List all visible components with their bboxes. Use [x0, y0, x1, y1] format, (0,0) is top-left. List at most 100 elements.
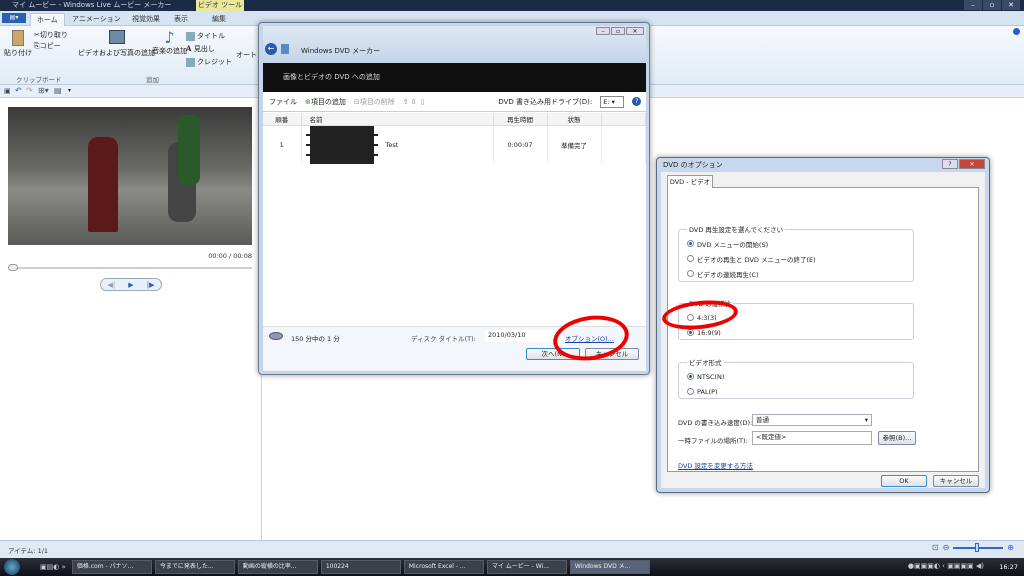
taskbar-item[interactable]: 100224 [320, 560, 401, 574]
disc-title-input[interactable]: 2010/03/10 [485, 330, 563, 342]
move-down-icon[interactable]: ⇩ [411, 98, 417, 106]
row-order: 1 [263, 125, 302, 164]
zoom-slider[interactable] [953, 542, 1004, 552]
save-icon[interactable]: ▣ [4, 87, 11, 95]
paste-button[interactable]: 貼り付け [4, 30, 32, 58]
caption-icon: A [186, 44, 194, 53]
help-icon[interactable]: ? [632, 97, 642, 106]
help-link[interactable]: DVD 設定を変更する方法 [678, 460, 753, 470]
auto-movie-button[interactable]: オート [236, 50, 257, 60]
maximize-button[interactable]: ▫ [983, 0, 1001, 10]
radio-pal[interactable]: PAL(P) [687, 384, 905, 399]
clock[interactable]: 16:27 [999, 563, 1018, 571]
next-frame-icon[interactable]: |▶ [147, 281, 155, 289]
taskbar-item-active[interactable]: Windows DVD メ... [569, 560, 650, 574]
credits-icon [186, 57, 195, 67]
move-up-icon[interactable]: ⇧ [403, 98, 409, 106]
drive-select[interactable]: E: ▾ [600, 95, 625, 108]
play-icon[interactable]: ▶ [128, 281, 133, 289]
taskbar-item[interactable]: 今までに発表した... [154, 560, 235, 574]
app-title: マイ ムービー - Windows Live ムービー メーカー [12, 1, 172, 9]
radio-16-9[interactable]: 16:9(9) [687, 325, 905, 340]
radio-ntsc[interactable]: NTSC(N) [687, 369, 905, 384]
table-row[interactable]: 1 Test 0:00:07 準備完了 [263, 125, 646, 164]
minimize-button[interactable]: – [964, 0, 982, 10]
help-icon[interactable] [1013, 28, 1020, 35]
credits-button[interactable]: クレジット [186, 57, 232, 67]
format-legend: ビデオ形式 [689, 359, 722, 367]
taskbar-item[interactable]: 動画の縦横の比率... [237, 560, 318, 574]
add-item-button[interactable]: ⊕項目の追加 [305, 97, 346, 107]
browse-button[interactable]: 参照(B)... [878, 431, 916, 445]
dialog-title: DVD のオプション [663, 161, 723, 169]
speed-select[interactable]: 普通 ▾ [752, 414, 872, 426]
close-button[interactable]: ✕ [959, 159, 985, 169]
window-controls: – ▫ ✕ [964, 0, 1020, 10]
seek-thumb[interactable] [8, 264, 18, 271]
maximize-button[interactable]: ▫ [611, 27, 625, 35]
page-heading: 画像とビデオの DVD への追加 [263, 63, 646, 92]
video-thumbnail [305, 125, 378, 164]
file-menu[interactable]: ファイル [269, 97, 297, 107]
capacity-text: 150 分中の 1 分 [291, 335, 340, 343]
start-button[interactable] [4, 559, 20, 575]
music-note-icon: ♪ [164, 28, 175, 47]
cancel-button[interactable]: キャンセル [933, 475, 979, 487]
tab-animation[interactable]: アニメーション [66, 13, 127, 26]
copy-button[interactable]: ⎘コピー [34, 41, 61, 51]
quick-launch-icons[interactable]: ▣▤◐ » [40, 563, 66, 571]
back-icon[interactable]: ← [265, 43, 277, 55]
close-button[interactable]: ✕ [626, 27, 644, 35]
zoom-in-icon[interactable]: ⊕ [1007, 543, 1014, 552]
ok-button[interactable]: OK [881, 475, 927, 487]
row-name: Test [385, 140, 399, 149]
seek-bar[interactable] [10, 267, 252, 269]
radio-dvd-menu[interactable]: DVD メニューの開始(S) [687, 236, 905, 251]
previous-frame-icon[interactable]: ◀| [108, 281, 116, 289]
caption-button[interactable]: A 見出し [186, 44, 215, 54]
fit-icon[interactable]: ⊡ [932, 543, 939, 552]
radio-play-then-menu[interactable]: ビデオの再生と DVD メニューの終了(E) [687, 251, 905, 266]
remove-item-button[interactable]: ⊟項目の削除 [354, 97, 395, 107]
disc-icon [269, 332, 283, 340]
close-button[interactable]: ✕ [1002, 0, 1020, 10]
preview-icon[interactable]: ▤ [54, 86, 62, 95]
context-tab-group: ビデオ ツール [196, 0, 244, 11]
tab-edit[interactable]: 編集 [206, 13, 232, 26]
customize-qat-icon[interactable]: ▾ [68, 87, 71, 94]
help-button[interactable]: ? [942, 159, 958, 169]
taskbar-item[interactable]: Microsoft Excel - ... [403, 560, 484, 574]
tab-visual-effects[interactable]: 視覚効果 [126, 13, 166, 26]
add-music-button[interactable]: ♪ 音楽の追加 [152, 30, 187, 56]
add-video-button[interactable]: ビデオおよび写真の追加 [78, 30, 155, 58]
undo-icon[interactable]: ↶ [15, 86, 22, 95]
tab-home[interactable]: ホーム [30, 13, 65, 26]
col-name[interactable]: 名前 [301, 113, 494, 126]
dvd-maker-icon [281, 44, 289, 54]
title-button[interactable]: タイトル [186, 31, 225, 41]
app-menu-button[interactable]: ▤▾ [2, 13, 26, 23]
dialog-body: DVD 再生設定を選んでください DVD メニューの開始(S) ビデオの再生と … [661, 172, 985, 488]
redo-icon[interactable]: ↷ [26, 86, 33, 95]
items-table: 順番 名前 再生時間 状態 1 Test 0:00:07 準備完了 [263, 113, 646, 164]
temp-location-input[interactable]: <既定値> [752, 431, 872, 445]
aspect-ratio-icon[interactable]: ⊞▾ [38, 86, 49, 95]
taskbar-item[interactable]: 価格.com - パナソ... [71, 560, 152, 574]
radio-loop[interactable]: ビデオの連続再生(C) [687, 266, 905, 281]
system-tray-icons[interactable]: ●▣▣▣◐ ‹ ▣▣▣▣ ◀) [908, 562, 984, 570]
menu-text-icon[interactable]: ▯ [421, 98, 425, 106]
zoom-out-icon[interactable]: ⊖ [943, 543, 950, 552]
cut-button[interactable]: ✂切り取り [34, 30, 68, 40]
adult-figure [178, 115, 200, 185]
film-icon [108, 30, 125, 44]
dvd-maker-header: ← Windows DVD メーカー – ▫ ✕ [263, 26, 646, 62]
col-duration[interactable]: 再生時間 [493, 113, 548, 126]
taskbar-item[interactable]: マイ ムービー - Wi... [486, 560, 567, 574]
col-order[interactable]: 順番 [263, 113, 302, 126]
clipboard-icon [12, 30, 24, 46]
tab-dvd-video[interactable]: DVD - ビデオ [667, 175, 713, 188]
col-status[interactable]: 状態 [547, 113, 602, 126]
tab-view[interactable]: 表示 [168, 13, 194, 26]
taskbar: ▣▤◐ » 価格.com - パナソ... 今までに発表した... 動画の縦横の… [0, 558, 1024, 576]
minimize-button[interactable]: – [596, 27, 610, 35]
